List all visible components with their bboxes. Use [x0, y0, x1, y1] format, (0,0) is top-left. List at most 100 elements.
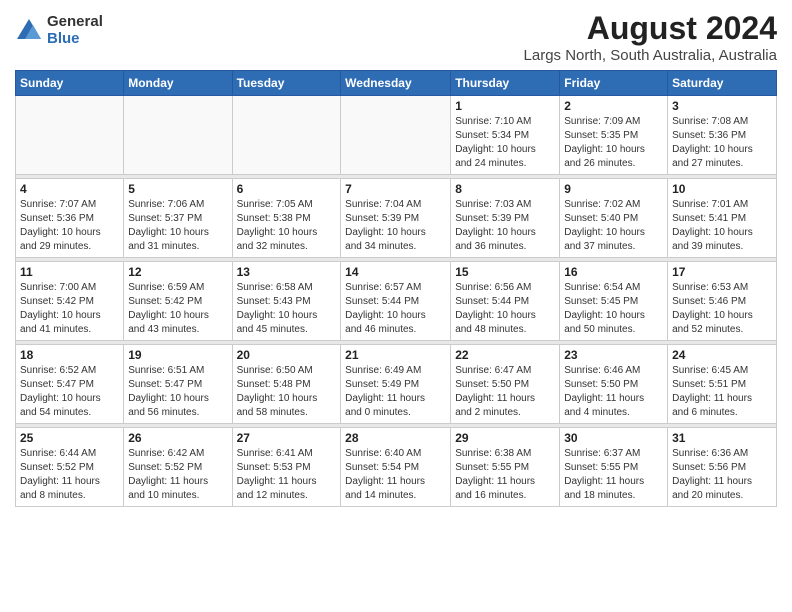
- calendar-cell: 5 Sunrise: 7:06 AM Sunset: 5:37 PM Daylig…: [124, 179, 232, 258]
- logo-icon: [15, 17, 43, 45]
- header-monday: Monday: [124, 71, 232, 96]
- day-info: Sunrise: 6:50 AM Sunset: 5:48 PM Dayligh…: [237, 364, 337, 420]
- day-number: 4: [20, 182, 119, 196]
- calendar-cell: 14Sunrise: 6:57 AM Sunset: 5:44 PM Dayli…: [341, 262, 451, 341]
- day-number: 5: [128, 182, 227, 196]
- calendar-cell: 6Sunrise: 7:05 AM Sunset: 5:38 PM Daylig…: [232, 179, 341, 258]
- day-number: 9: [564, 182, 663, 196]
- day-info: Sunrise: 7:08 AM Sunset: 5:36 PM Dayligh…: [672, 115, 772, 171]
- day-number: 24: [672, 348, 772, 362]
- calendar-cell: 29 Sunrise: 6:38 AM Sunset: 5:55 PM Dayli…: [451, 428, 560, 507]
- day-number: 1: [455, 99, 555, 113]
- day-info: Sunrise: 6:56 AM Sunset: 5:44 PM Dayligh…: [455, 281, 555, 337]
- day-number: 29: [455, 431, 555, 445]
- calendar-cell: [232, 96, 341, 175]
- logo-general: General: [47, 14, 103, 31]
- day-info: Sunrise: 6:53 AM Sunset: 5:46 PM Dayligh…: [672, 281, 772, 337]
- calendar-cell: 22 Sunrise: 6:47 AM Sunset: 5:50 PM Dayli…: [451, 345, 560, 424]
- day-info: Sunrise: 6:36 AM Sunset: 5:56 PM Dayligh…: [672, 447, 772, 503]
- logo-text: General Blue: [47, 14, 103, 47]
- day-info: Sunrise: 7:02 AM Sunset: 5:40 PM Dayligh…: [564, 198, 663, 254]
- day-number: 20: [237, 348, 337, 362]
- calendar-cell: [341, 96, 451, 175]
- header-wednesday: Wednesday: [341, 71, 451, 96]
- calendar-cell: 23 Sunrise: 6:46 AM Sunset: 5:50 PM Dayli…: [560, 345, 668, 424]
- calendar-week-3: 18Sunrise: 6:52 AM Sunset: 5:47 PM Dayli…: [16, 345, 777, 424]
- day-number: 18: [20, 348, 119, 362]
- day-info: Sunrise: 6:37 AM Sunset: 5:55 PM Dayligh…: [564, 447, 663, 503]
- day-info: Sunrise: 7:06 AM Sunset: 5:37 PM Dayligh…: [128, 198, 227, 254]
- day-number: 7: [345, 182, 446, 196]
- day-info: Sunrise: 6:47 AM Sunset: 5:50 PM Dayligh…: [455, 364, 555, 420]
- calendar-cell: 24 Sunrise: 6:45 AM Sunset: 5:51 PM Dayli…: [668, 345, 777, 424]
- calendar-cell: 13 Sunrise: 6:58 AM Sunset: 5:43 PM Dayli…: [232, 262, 341, 341]
- calendar-cell: 20 Sunrise: 6:50 AM Sunset: 5:48 PM Dayli…: [232, 345, 341, 424]
- calendar-cell: 3 Sunrise: 7:08 AM Sunset: 5:36 PM Daylig…: [668, 96, 777, 175]
- calendar-cell: 27Sunrise: 6:41 AM Sunset: 5:53 PM Dayli…: [232, 428, 341, 507]
- header-saturday: Saturday: [668, 71, 777, 96]
- day-number: 15: [455, 265, 555, 279]
- day-info: Sunrise: 7:04 AM Sunset: 5:39 PM Dayligh…: [345, 198, 446, 254]
- day-number: 26: [128, 431, 227, 445]
- day-number: 25: [20, 431, 119, 445]
- day-number: 2: [564, 99, 663, 113]
- calendar-cell: 19Sunrise: 6:51 AM Sunset: 5:47 PM Dayli…: [124, 345, 232, 424]
- calendar-cell: 26 Sunrise: 6:42 AM Sunset: 5:52 PM Dayli…: [124, 428, 232, 507]
- day-number: 14: [345, 265, 446, 279]
- day-number: 17: [672, 265, 772, 279]
- calendar-week-2: 11 Sunrise: 7:00 AM Sunset: 5:42 PM Dayli…: [16, 262, 777, 341]
- calendar-cell: 15 Sunrise: 6:56 AM Sunset: 5:44 PM Dayli…: [451, 262, 560, 341]
- day-info: Sunrise: 6:46 AM Sunset: 5:50 PM Dayligh…: [564, 364, 663, 420]
- calendar-cell: 16 Sunrise: 6:54 AM Sunset: 5:45 PM Dayli…: [560, 262, 668, 341]
- calendar-header: SundayMondayTuesdayWednesdayThursdayFrid…: [16, 71, 777, 96]
- day-info: Sunrise: 7:10 AM Sunset: 5:34 PM Dayligh…: [455, 115, 555, 171]
- day-info: Sunrise: 6:54 AM Sunset: 5:45 PM Dayligh…: [564, 281, 663, 337]
- calendar-cell: [16, 96, 124, 175]
- calendar-cell: 28Sunrise: 6:40 AM Sunset: 5:54 PM Dayli…: [341, 428, 451, 507]
- day-number: 30: [564, 431, 663, 445]
- calendar-body: 1 Sunrise: 7:10 AM Sunset: 5:34 PM Daylig…: [16, 96, 777, 507]
- day-number: 16: [564, 265, 663, 279]
- day-info: Sunrise: 6:44 AM Sunset: 5:52 PM Dayligh…: [20, 447, 119, 503]
- calendar-cell: 25 Sunrise: 6:44 AM Sunset: 5:52 PM Dayli…: [16, 428, 124, 507]
- day-number: 13: [237, 265, 337, 279]
- calendar-cell: 7 Sunrise: 7:04 AM Sunset: 5:39 PM Daylig…: [341, 179, 451, 258]
- calendar-title: August 2024: [524, 10, 777, 47]
- calendar-week-1: 4 Sunrise: 7:07 AM Sunset: 5:36 PM Daylig…: [16, 179, 777, 258]
- calendar-cell: 12Sunrise: 6:59 AM Sunset: 5:42 PM Dayli…: [124, 262, 232, 341]
- page-header: General Blue August 2024 Largs North, So…: [15, 10, 777, 64]
- calendar-cell: 30 Sunrise: 6:37 AM Sunset: 5:55 PM Dayli…: [560, 428, 668, 507]
- calendar-cell: 10Sunrise: 7:01 AM Sunset: 5:41 PM Dayli…: [668, 179, 777, 258]
- title-block: August 2024 Largs North, South Australia…: [524, 10, 777, 64]
- day-info: Sunrise: 7:07 AM Sunset: 5:36 PM Dayligh…: [20, 198, 119, 254]
- day-number: 3: [672, 99, 772, 113]
- header-row: SundayMondayTuesdayWednesdayThursdayFrid…: [16, 71, 777, 96]
- calendar-cell: 11 Sunrise: 7:00 AM Sunset: 5:42 PM Dayli…: [16, 262, 124, 341]
- calendar-cell: 1 Sunrise: 7:10 AM Sunset: 5:34 PM Daylig…: [451, 96, 560, 175]
- header-thursday: Thursday: [451, 71, 560, 96]
- day-info: Sunrise: 6:49 AM Sunset: 5:49 PM Dayligh…: [345, 364, 446, 420]
- day-info: Sunrise: 7:01 AM Sunset: 5:41 PM Dayligh…: [672, 198, 772, 254]
- day-number: 22: [455, 348, 555, 362]
- day-number: 23: [564, 348, 663, 362]
- calendar-week-4: 25 Sunrise: 6:44 AM Sunset: 5:52 PM Dayli…: [16, 428, 777, 507]
- calendar-cell: [124, 96, 232, 175]
- calendar-cell: 2 Sunrise: 7:09 AM Sunset: 5:35 PM Daylig…: [560, 96, 668, 175]
- calendar-week-0: 1 Sunrise: 7:10 AM Sunset: 5:34 PM Daylig…: [16, 96, 777, 175]
- header-friday: Friday: [560, 71, 668, 96]
- day-number: 31: [672, 431, 772, 445]
- day-number: 12: [128, 265, 227, 279]
- calendar-cell: 9 Sunrise: 7:02 AM Sunset: 5:40 PM Daylig…: [560, 179, 668, 258]
- day-number: 27: [237, 431, 337, 445]
- day-info: Sunrise: 7:00 AM Sunset: 5:42 PM Dayligh…: [20, 281, 119, 337]
- calendar-subtitle: Largs North, South Australia, Australia: [524, 47, 777, 64]
- day-info: Sunrise: 6:38 AM Sunset: 5:55 PM Dayligh…: [455, 447, 555, 503]
- logo: General Blue: [15, 14, 103, 47]
- day-info: Sunrise: 6:45 AM Sunset: 5:51 PM Dayligh…: [672, 364, 772, 420]
- day-info: Sunrise: 6:58 AM Sunset: 5:43 PM Dayligh…: [237, 281, 337, 337]
- day-number: 19: [128, 348, 227, 362]
- day-info: Sunrise: 6:40 AM Sunset: 5:54 PM Dayligh…: [345, 447, 446, 503]
- day-number: 11: [20, 265, 119, 279]
- day-info: Sunrise: 6:42 AM Sunset: 5:52 PM Dayligh…: [128, 447, 227, 503]
- day-info: Sunrise: 7:09 AM Sunset: 5:35 PM Dayligh…: [564, 115, 663, 171]
